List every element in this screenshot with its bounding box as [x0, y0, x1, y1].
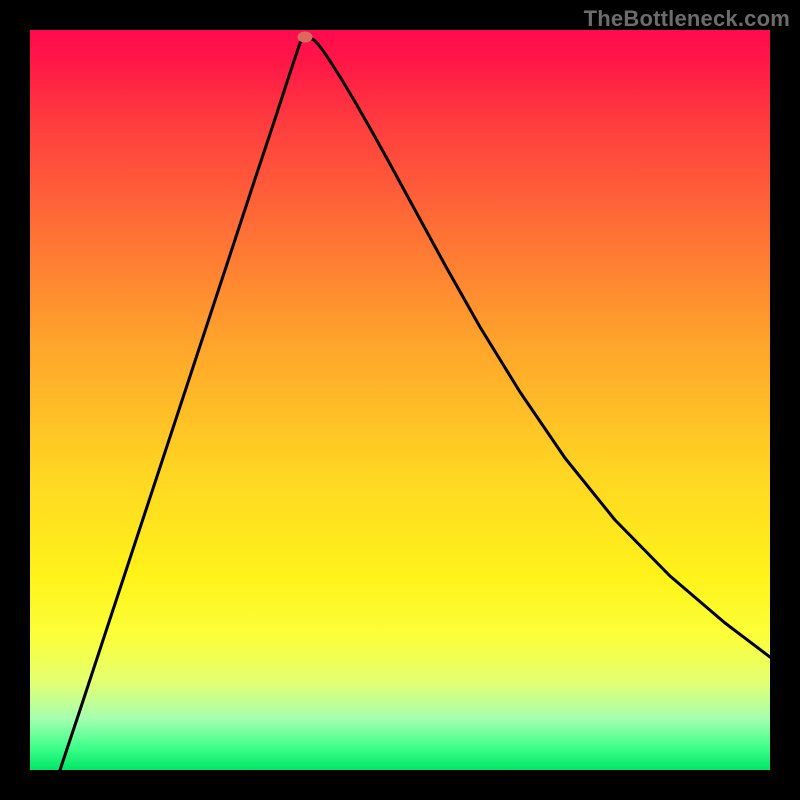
watermark-text: TheBottleneck.com — [584, 6, 790, 32]
optimum-marker — [298, 32, 313, 43]
curve-path — [60, 38, 770, 770]
chart-frame: TheBottleneck.com — [0, 0, 800, 800]
bottleneck-curve — [30, 30, 770, 770]
plot-area — [30, 30, 770, 770]
